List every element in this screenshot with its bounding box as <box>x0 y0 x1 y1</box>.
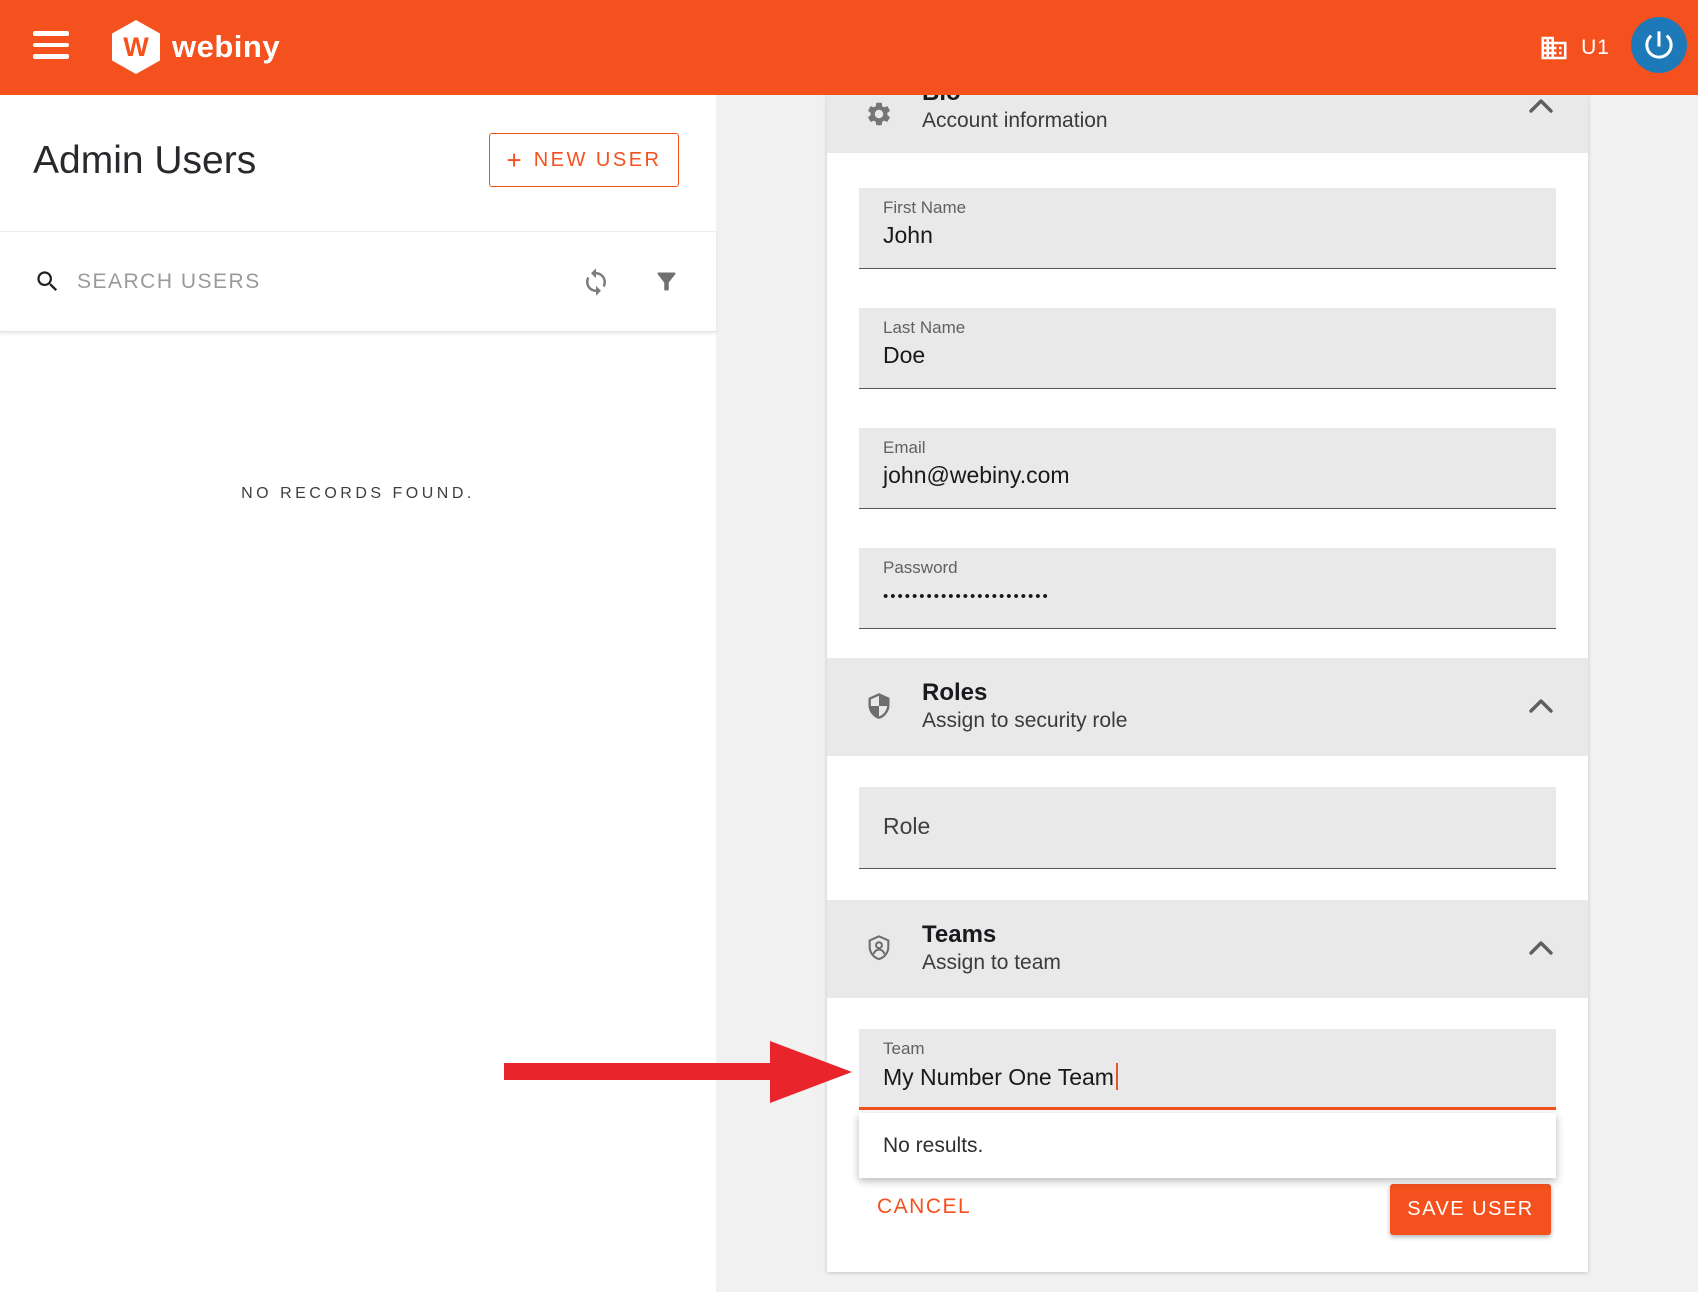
chevron-up-icon[interactable] <box>1528 940 1554 956</box>
page-title: Admin Users <box>33 139 256 183</box>
new-user-button-label: NEW USER <box>534 149 662 172</box>
new-user-button[interactable]: + NEW USER <box>489 133 679 187</box>
cancel-button[interactable]: CANCEL <box>869 1187 979 1227</box>
no-results-message: No results. <box>883 1134 983 1158</box>
section-subtitle-roles: Assign to security role <box>922 707 1127 734</box>
section-title-teams: Teams <box>922 921 1061 949</box>
power-icon <box>1631 17 1687 73</box>
team-value: My Number One Team <box>883 1063 1118 1091</box>
email-field[interactable]: Email john@webiny.com <box>859 428 1556 509</box>
gear-icon <box>865 100 893 128</box>
tenant-label: U1 <box>1581 36 1610 60</box>
email-value: john@webiny.com <box>883 462 1070 489</box>
section-title-roles: Roles <box>922 679 1127 707</box>
logo-initial: W <box>123 32 148 63</box>
last-name-label: Last Name <box>883 318 965 338</box>
save-user-button[interactable]: SAVE USER <box>1390 1184 1551 1235</box>
email-label: Email <box>883 438 926 458</box>
search-toolbar <box>0 232 716 332</box>
users-list-panel: Admin Users + NEW USER NO RECORDS F <box>0 95 716 1292</box>
password-label: Password <box>883 558 958 578</box>
plus-icon: + <box>507 147 522 173</box>
building-icon <box>1539 33 1569 63</box>
chevron-up-icon[interactable] <box>1528 98 1554 114</box>
shield-icon <box>865 692 893 720</box>
webiny-hexagon-icon: W <box>112 20 160 74</box>
empty-state-message: NO RECORDS FOUND. <box>0 485 716 503</box>
last-name-field[interactable]: Last Name Doe <box>859 308 1556 389</box>
section-title-bio: Bio <box>922 95 1108 107</box>
first-name-label: First Name <box>883 198 966 218</box>
role-select-field[interactable]: Role <box>859 787 1556 869</box>
menu-icon[interactable] <box>33 31 69 63</box>
tenant-switcher[interactable]: U1 <box>1539 0 1610 95</box>
text-cursor <box>1116 1063 1118 1090</box>
list-header: Admin Users + NEW USER <box>0 95 716 232</box>
chevron-up-icon[interactable] <box>1528 698 1554 714</box>
last-name-value: Doe <box>883 342 925 369</box>
team-label: Team <box>883 1039 925 1059</box>
section-subtitle-teams: Assign to team <box>922 949 1061 976</box>
role-label: Role <box>883 813 930 840</box>
autocomplete-dropdown: No results. <box>859 1113 1556 1178</box>
refresh-icon[interactable] <box>574 260 618 304</box>
search-icon[interactable] <box>34 268 61 295</box>
search-input[interactable] <box>77 270 574 294</box>
team-input-field[interactable]: Team My Number One Team <box>859 1029 1556 1110</box>
section-header-roles: Roles Assign to security role <box>827 658 1588 756</box>
user-avatar[interactable] <box>1631 17 1687 73</box>
section-subtitle-bio: Account information <box>922 107 1108 134</box>
section-header-teams: Teams Assign to team <box>827 900 1588 998</box>
section-header-bio: Bio Account information <box>827 95 1588 153</box>
first-name-field[interactable]: First Name John <box>859 188 1556 269</box>
user-form-card: Bio Account information First Name John … <box>827 95 1588 1272</box>
webiny-logo[interactable]: W webiny <box>112 20 280 74</box>
brand-wordmark: webiny <box>172 29 280 65</box>
password-value: ••••••••••••••••••••••• <box>883 588 1050 605</box>
top-app-bar: W webiny U1 <box>0 0 1698 95</box>
first-name-value: John <box>883 222 933 249</box>
filter-icon[interactable] <box>644 260 688 304</box>
password-field[interactable]: Password ••••••••••••••••••••••• <box>859 548 1556 629</box>
shield-person-icon <box>865 934 893 962</box>
page: W webiny U1 Admin Users + NEW USER <box>0 0 1698 1292</box>
